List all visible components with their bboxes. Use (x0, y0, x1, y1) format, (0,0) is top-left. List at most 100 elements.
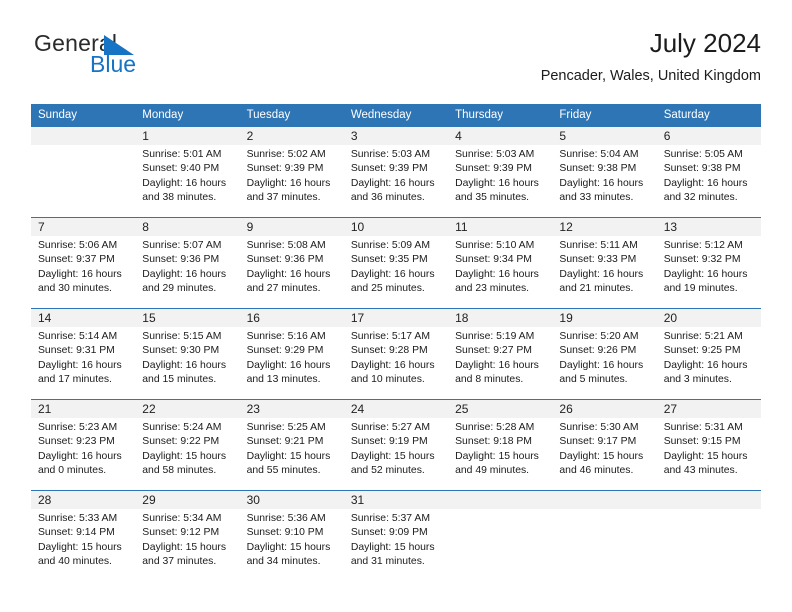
sunrise-line: Sunrise: 5:20 AM (559, 331, 639, 342)
day-number[interactable]: 7 (31, 218, 135, 236)
day-number[interactable]: 10 (344, 218, 448, 236)
day-cell[interactable]: Sunrise: 5:25 AM Sunset: 9:21 PM Dayligh… (240, 418, 344, 490)
day-number[interactable]: 25 (448, 400, 552, 418)
sunrise-line: Sunrise: 5:16 AM (246, 331, 326, 342)
day-number[interactable]: 11 (448, 218, 552, 236)
day-cell[interactable]: Sunrise: 5:09 AM Sunset: 9:35 PM Dayligh… (344, 236, 448, 308)
daylight-line-1: Daylight: 16 hours (142, 359, 227, 371)
day-cell[interactable]: Sunrise: 5:10 AM Sunset: 9:34 PM Dayligh… (448, 236, 552, 308)
daylight-line-1: Daylight: 16 hours (350, 268, 435, 280)
day-cell[interactable]: Sunrise: 5:14 AM Sunset: 9:31 PM Dayligh… (31, 327, 135, 399)
day-cell[interactable]: Sunrise: 5:12 AM Sunset: 9:32 PM Dayligh… (657, 236, 761, 308)
day-number[interactable]: 19 (552, 309, 656, 327)
day-cell[interactable]: Sunrise: 5:30 AM Sunset: 9:17 PM Dayligh… (552, 418, 656, 490)
daylight-line-2: and 23 minutes. (455, 282, 530, 294)
day-cell[interactable] (657, 509, 761, 581)
sunset-line: Sunset: 9:34 PM (455, 254, 532, 266)
day-number[interactable] (552, 491, 656, 509)
day-cell[interactable]: Sunrise: 5:33 AM Sunset: 9:14 PM Dayligh… (31, 509, 135, 581)
day-number[interactable]: 24 (344, 400, 448, 418)
day-cell[interactable]: Sunrise: 5:01 AM Sunset: 9:40 PM Dayligh… (135, 145, 239, 217)
day-number[interactable]: 23 (240, 400, 344, 418)
day-cell[interactable]: Sunrise: 5:08 AM Sunset: 9:36 PM Dayligh… (240, 236, 344, 308)
daylight-line-1: Daylight: 16 hours (663, 359, 748, 371)
day-cell[interactable]: Sunrise: 5:15 AM Sunset: 9:30 PM Dayligh… (135, 327, 239, 399)
day-cell[interactable]: Sunrise: 5:20 AM Sunset: 9:26 PM Dayligh… (552, 327, 656, 399)
day-number[interactable]: 13 (657, 218, 761, 236)
day-cell[interactable]: Sunrise: 5:04 AM Sunset: 9:38 PM Dayligh… (552, 145, 656, 217)
day-cell[interactable]: Sunrise: 5:19 AM Sunset: 9:27 PM Dayligh… (448, 327, 552, 399)
day-number[interactable]: 2 (240, 127, 344, 145)
day-number[interactable] (31, 127, 135, 145)
day-cell[interactable]: Sunrise: 5:02 AM Sunset: 9:39 PM Dayligh… (240, 145, 344, 217)
day-cell[interactable]: Sunrise: 5:17 AM Sunset: 9:28 PM Dayligh… (344, 327, 448, 399)
day-number[interactable]: 14 (31, 309, 135, 327)
day-number[interactable]: 18 (448, 309, 552, 327)
day-cell[interactable]: Sunrise: 5:34 AM Sunset: 9:12 PM Dayligh… (135, 509, 239, 581)
daylight-line-2: and 32 minutes. (663, 191, 738, 203)
day-cell[interactable]: Sunrise: 5:05 AM Sunset: 9:38 PM Dayligh… (657, 145, 761, 217)
day-number[interactable]: 27 (657, 400, 761, 418)
day-number[interactable]: 28 (31, 491, 135, 509)
calendar-grid: Sunday Monday Tuesday Wednesday Thursday… (31, 104, 761, 581)
day-number[interactable] (448, 491, 552, 509)
daylight-line-1: Daylight: 16 hours (455, 359, 539, 371)
day-cell[interactable]: Sunrise: 5:28 AM Sunset: 9:18 PM Dayligh… (448, 418, 552, 490)
day-number[interactable]: 12 (552, 218, 656, 236)
daylight-line-2: and 21 minutes. (559, 282, 634, 294)
title-block: July 2024 Pencader, Wales, United Kingdo… (541, 28, 761, 86)
day-cell[interactable]: Sunrise: 5:06 AM Sunset: 9:37 PM Dayligh… (31, 236, 135, 308)
sunset-line: Sunset: 9:25 PM (663, 345, 741, 357)
day-cell[interactable]: Sunrise: 5:36 AM Sunset: 9:10 PM Dayligh… (240, 509, 344, 581)
general-blue-logo[interactable]: General Blue (31, 28, 291, 86)
day-cell[interactable] (31, 145, 135, 217)
day-number[interactable]: 29 (135, 491, 239, 509)
day-number[interactable]: 5 (552, 127, 656, 145)
sunrise-line: Sunrise: 5:02 AM (246, 149, 326, 160)
logo-text-blue: Blue (90, 51, 137, 77)
day-cell[interactable]: Sunrise: 5:23 AM Sunset: 9:23 PM Dayligh… (31, 418, 135, 490)
daylight-line-2: and 34 minutes. (246, 555, 321, 567)
day-number[interactable]: 20 (657, 309, 761, 327)
daylight-line-2: and 37 minutes. (142, 555, 217, 567)
daylight-line-2: and 27 minutes. (246, 282, 321, 294)
day-cell[interactable]: Sunrise: 5:03 AM Sunset: 9:39 PM Dayligh… (344, 145, 448, 217)
day-number[interactable]: 4 (448, 127, 552, 145)
sunset-line: Sunset: 9:29 PM (246, 345, 324, 357)
day-number[interactable]: 15 (135, 309, 239, 327)
sunset-line: Sunset: 9:14 PM (38, 527, 115, 539)
day-cell[interactable] (552, 509, 656, 581)
sunset-line: Sunset: 9:18 PM (455, 436, 532, 448)
sunset-line: Sunset: 9:35 PM (350, 254, 428, 266)
day-cell[interactable] (448, 509, 552, 581)
daylight-line-2: and 19 minutes. (663, 282, 738, 294)
day-number[interactable]: 30 (240, 491, 344, 509)
day-number[interactable]: 1 (135, 127, 239, 145)
sunrise-line: Sunrise: 5:09 AM (350, 240, 430, 251)
day-number[interactable]: 9 (240, 218, 344, 236)
day-number[interactable]: 21 (31, 400, 135, 418)
day-number[interactable]: 31 (344, 491, 448, 509)
day-number[interactable]: 16 (240, 309, 344, 327)
day-cell[interactable]: Sunrise: 5:11 AM Sunset: 9:33 PM Dayligh… (552, 236, 656, 308)
sunrise-line: Sunrise: 5:10 AM (455, 240, 535, 251)
day-cell[interactable]: Sunrise: 5:21 AM Sunset: 9:25 PM Dayligh… (657, 327, 761, 399)
day-number[interactable]: 17 (344, 309, 448, 327)
day-number[interactable] (657, 491, 761, 509)
day-number[interactable]: 22 (135, 400, 239, 418)
day-cell[interactable]: Sunrise: 5:16 AM Sunset: 9:29 PM Dayligh… (240, 327, 344, 399)
sunset-line: Sunset: 9:28 PM (350, 345, 428, 357)
day-number[interactable]: 8 (135, 218, 239, 236)
daylight-line-2: and 58 minutes. (142, 464, 217, 476)
day-number[interactable]: 6 (657, 127, 761, 145)
day-number[interactable]: 3 (344, 127, 448, 145)
day-cell[interactable]: Sunrise: 5:07 AM Sunset: 9:36 PM Dayligh… (135, 236, 239, 308)
day-cell[interactable]: Sunrise: 5:27 AM Sunset: 9:19 PM Dayligh… (344, 418, 448, 490)
day-cell[interactable]: Sunrise: 5:24 AM Sunset: 9:22 PM Dayligh… (135, 418, 239, 490)
day-cell[interactable]: Sunrise: 5:37 AM Sunset: 9:09 PM Dayligh… (344, 509, 448, 581)
sunrise-line: Sunrise: 5:15 AM (142, 331, 222, 342)
daylight-line-2: and 37 minutes. (246, 191, 321, 203)
day-number[interactable]: 26 (552, 400, 656, 418)
day-cell[interactable]: Sunrise: 5:31 AM Sunset: 9:15 PM Dayligh… (657, 418, 761, 490)
day-cell[interactable]: Sunrise: 5:03 AM Sunset: 9:39 PM Dayligh… (448, 145, 552, 217)
